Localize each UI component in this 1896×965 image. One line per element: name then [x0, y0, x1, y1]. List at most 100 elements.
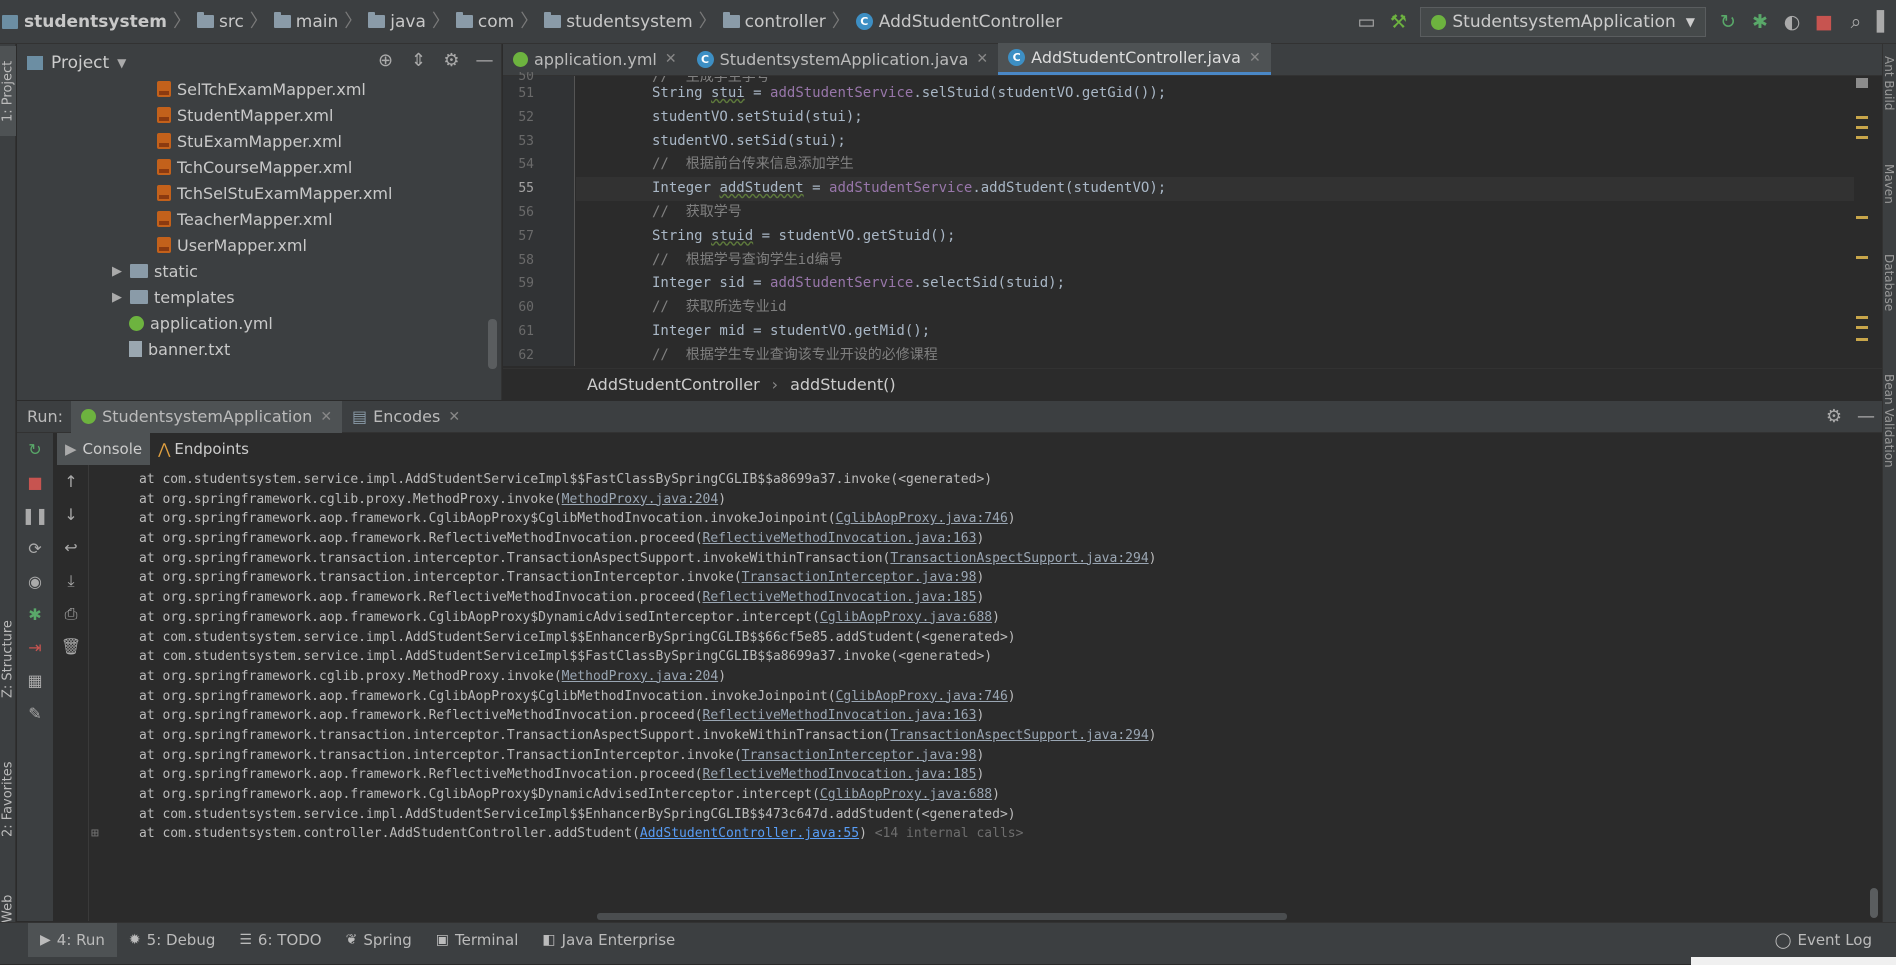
warning-mark[interactable]	[1856, 216, 1868, 219]
inspection-indicator[interactable]	[1856, 78, 1868, 88]
tree-item[interactable]: TchCourseMapper.xml	[17, 154, 502, 180]
source-link[interactable]: TransactionAspectSupport.java:294	[890, 551, 1148, 566]
close-icon[interactable]: ✕	[1249, 50, 1261, 66]
error-stripe[interactable]	[1854, 76, 1868, 366]
source-link[interactable]: CglibAopProxy.java:746	[836, 689, 1008, 704]
warning-mark[interactable]	[1856, 136, 1868, 139]
coverage-icon[interactable]: ◐	[1776, 0, 1808, 44]
source-link[interactable]: TransactionInterceptor.java:98	[742, 570, 977, 585]
breadcrumb-main[interactable]: main	[273, 0, 338, 44]
expand-arrow-icon[interactable]: ▶	[112, 290, 130, 305]
bottom-tab-spring[interactable]: ❦ Spring	[334, 923, 424, 957]
source-link[interactable]: ReflectiveMethodInvocation.java:163	[703, 708, 977, 723]
tool-tab-ant-build[interactable]: Ant Build	[1882, 56, 1896, 146]
source-link[interactable]: TransactionInterceptor.java:98	[742, 748, 977, 763]
tool-tab-structure[interactable]: Z: Structure	[0, 604, 16, 714]
exit-icon[interactable]: ⇥	[17, 631, 53, 664]
layout-icon[interactable]: ▦	[17, 664, 53, 697]
event-log-button[interactable]: ◯ Event Log	[1775, 923, 1872, 957]
tree-item[interactable]: SelTchExamMapper.xml	[17, 76, 502, 102]
search-icon[interactable]: ⌕	[1840, 0, 1872, 44]
source-link[interactable]: ReflectiveMethodInvocation.java:163	[703, 531, 977, 546]
tree-item[interactable]: TchSelStuExamMapper.xml	[17, 180, 502, 206]
run-tab-encodes[interactable]: ▤ Encodes ✕	[342, 401, 470, 433]
breadcrumb-com[interactable]: com	[455, 0, 514, 44]
more-icon[interactable]: ▌	[1872, 0, 1896, 44]
warning-mark[interactable]	[1856, 116, 1868, 119]
bottom-tab-java-enterprise[interactable]: ◧ Java Enterprise	[530, 923, 687, 957]
tab-studentsystem-application[interactable]: C StudentsystemApplication.java ✕	[687, 43, 999, 75]
bottom-tab-todo[interactable]: ☰ 6: TODO	[227, 923, 333, 957]
console-output[interactable]: at com.studentsystem.service.impl.AddStu…	[89, 470, 1869, 915]
subtab-console[interactable]: ▶ Console	[57, 433, 151, 465]
arrow-down-icon[interactable]: ↓	[53, 498, 89, 531]
breadcrumb-studentsystem[interactable]: studentsystem	[544, 0, 693, 44]
breadcrumb-java[interactable]: java	[368, 0, 426, 44]
bottom-tab-debug[interactable]: ✹ 5: Debug	[117, 923, 227, 957]
trash-icon[interactable]: 🗑	[53, 630, 89, 663]
scroll-to-end-icon[interactable]: ⤓	[53, 564, 89, 597]
tree-item[interactable]: ▶ templates	[17, 284, 502, 310]
tool-tab-bean-validation[interactable]: Bean Validation	[1882, 374, 1896, 534]
close-icon[interactable]: ✕	[448, 409, 460, 425]
subtab-endpoints[interactable]: ⋀ Endpoints	[150, 433, 257, 465]
tree-item[interactable]: UserMapper.xml	[17, 232, 502, 258]
tab-application-yml[interactable]: application.yml ✕	[503, 43, 687, 75]
editor-breadcrumb-class[interactable]: AddStudentController	[587, 375, 760, 394]
tool-tab-favorites[interactable]: 2: Favorites	[0, 734, 16, 864]
tree-item[interactable]: TeacherMapper.xml	[17, 206, 502, 232]
tree-item[interactable]: banner.txt	[17, 336, 502, 362]
pause-icon[interactable]: ❚❚	[17, 499, 53, 532]
expand-icon[interactable]: ⊞	[91, 824, 99, 844]
source-link[interactable]: CglibAopProxy.java:688	[820, 787, 992, 802]
tool-tab-database[interactable]: Database	[1882, 254, 1896, 354]
horizontal-scrollbar[interactable]	[597, 913, 1287, 920]
source-link[interactable]: ReflectiveMethodInvocation.java:185	[703, 590, 977, 605]
warning-mark[interactable]	[1856, 338, 1868, 341]
debug-bug-icon[interactable]: ✱	[17, 598, 53, 631]
source-link[interactable]: AddStudentController.java:55	[640, 826, 859, 841]
stop-icon[interactable]: ■	[17, 466, 53, 499]
warning-mark[interactable]	[1856, 326, 1868, 329]
source-link[interactable]: MethodProxy.java:204	[562, 669, 719, 684]
breadcrumb-controller[interactable]: controller	[722, 0, 826, 44]
editor-breadcrumb-method[interactable]: addStudent()	[790, 375, 896, 394]
arrow-up-icon[interactable]: ↑	[53, 465, 89, 498]
close-icon[interactable]: ✕	[976, 51, 988, 67]
tool-tab-maven[interactable]: Maven	[1882, 164, 1896, 244]
gear-icon[interactable]: ⚙	[1818, 401, 1850, 433]
warning-mark[interactable]	[1856, 126, 1868, 129]
source-link[interactable]: TransactionAspectSupport.java:294	[890, 728, 1148, 743]
expand-arrow-icon[interactable]: ▶	[112, 264, 130, 279]
internal-calls-fold[interactable]: <14 internal calls>	[875, 826, 1024, 841]
layout-icon[interactable]: ▭	[1350, 0, 1382, 44]
source-link[interactable]: CglibAopProxy.java:688	[820, 610, 992, 625]
tab-add-student-controller[interactable]: C AddStudentController.java ✕	[998, 43, 1271, 75]
tree-item[interactable]: StudentMapper.xml	[17, 102, 502, 128]
breadcrumb-src[interactable]: src	[196, 0, 244, 44]
warning-mark[interactable]	[1856, 316, 1868, 319]
rerun-icon[interactable]: ↻	[17, 433, 53, 466]
source-link[interactable]: MethodProxy.java:204	[562, 492, 719, 507]
tree-item[interactable]: application.yml	[17, 310, 502, 336]
build-hammer-icon[interactable]: ⚒	[1382, 0, 1414, 44]
print-icon[interactable]: ⎙	[53, 597, 89, 630]
debug-bug-icon[interactable]: ✱	[1744, 0, 1776, 44]
close-icon[interactable]: ✕	[320, 409, 332, 425]
tool-tab-project[interactable]: 1: Project	[0, 46, 16, 136]
warning-mark[interactable]	[1856, 256, 1868, 259]
code-editor[interactable]: // 生成学生学号 String stui = addStudentServic…	[576, 76, 1866, 366]
run-tab-studentsystem[interactable]: StudentsystemApplication ✕	[71, 400, 343, 433]
bottom-tab-terminal[interactable]: ▣ Terminal	[424, 923, 531, 957]
rerun-icon[interactable]: ↻	[1712, 0, 1744, 44]
pin-icon[interactable]: ✎	[17, 697, 53, 730]
source-link[interactable]: CglibAopProxy.java:746	[836, 511, 1008, 526]
vertical-scrollbar[interactable]	[1870, 888, 1878, 918]
soft-wrap-icon[interactable]: ↩	[53, 531, 89, 564]
stop-icon[interactable]: ■	[1808, 0, 1840, 44]
breadcrumb-class[interactable]: C AddStudentController	[855, 0, 1062, 44]
minimize-icon[interactable]: —	[1850, 401, 1882, 433]
project-scrollbar[interactable]	[488, 319, 497, 369]
tree-item[interactable]: StuExamMapper.xml	[17, 128, 502, 154]
source-link[interactable]: ReflectiveMethodInvocation.java:185	[703, 767, 977, 782]
